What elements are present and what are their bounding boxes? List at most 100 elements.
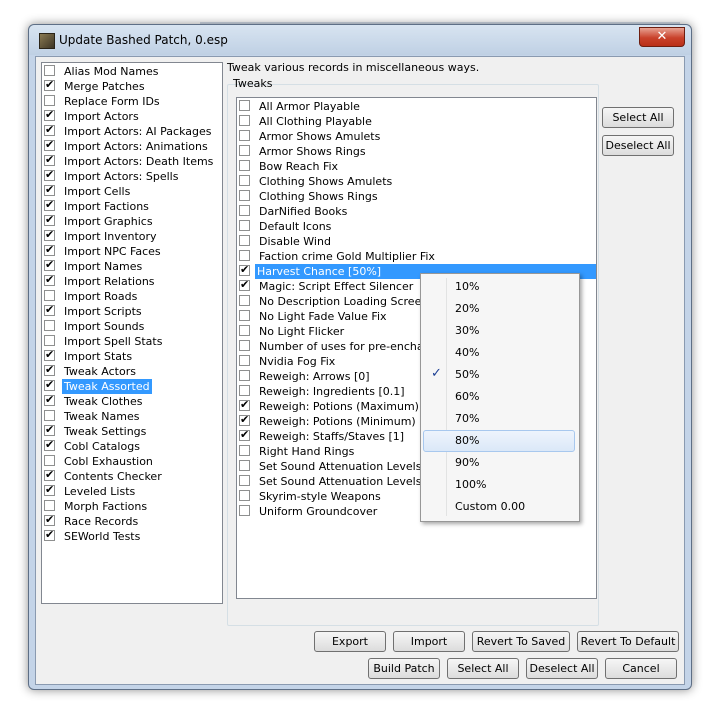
patcher-checkbox[interactable]: ✔ — [44, 258, 55, 271]
patcher-item[interactable]: ✔ Contents Checker — [42, 468, 222, 484]
deselect-all-tweaks-button[interactable]: Deselect All — [602, 135, 674, 156]
patcher-list[interactable]: Alias Mod Names ✔ Merge Patches Replace For… — [41, 62, 223, 604]
patcher-checkbox[interactable] — [44, 290, 55, 301]
tweak-item[interactable]: Bow Reach Fix — [237, 159, 596, 174]
patcher-item[interactable]: ✔ Import Names — [42, 258, 222, 274]
patcher-item[interactable]: ✔ Import Actors — [42, 108, 222, 124]
tweak-item[interactable]: DarNified Books — [237, 204, 596, 219]
revert-to-default-button[interactable]: Revert To Default — [577, 631, 679, 652]
patcher-item[interactable]: ✔ Import NPC Faces — [42, 243, 222, 259]
patcher-item[interactable]: ✔ Import Cells — [42, 183, 222, 199]
tweak-checkbox[interactable] — [239, 190, 250, 201]
menu-item-option[interactable]: 100% — [423, 474, 575, 496]
tweak-checkbox[interactable]: ✔ — [239, 413, 250, 426]
tweak-checkbox[interactable]: ✔ — [239, 278, 250, 291]
patcher-item[interactable]: ✔ Import Actors: Animations — [42, 138, 222, 154]
patcher-checkbox[interactable] — [44, 455, 55, 466]
patcher-item[interactable]: ✔ Import Relations — [42, 273, 222, 289]
patcher-checkbox[interactable]: ✔ — [44, 528, 55, 541]
patcher-checkbox[interactable]: ✔ — [44, 363, 55, 376]
deselect-all-button[interactable]: Deselect All — [526, 658, 598, 679]
tweak-checkbox[interactable] — [239, 475, 250, 486]
patcher-checkbox[interactable]: ✔ — [44, 483, 55, 496]
title-bar[interactable]: Update Bashed Patch, 0.esp ✕ — [29, 25, 691, 55]
patcher-checkbox[interactable]: ✔ — [44, 108, 55, 121]
patcher-item[interactable]: ✔ Merge Patches — [42, 78, 222, 94]
tweak-checkbox[interactable] — [239, 310, 250, 321]
select-all-button[interactable]: Select All — [447, 658, 519, 679]
patcher-item[interactable]: ✔ Leveled Lists — [42, 483, 222, 499]
tweak-checkbox[interactable] — [239, 340, 250, 351]
patcher-checkbox[interactable]: ✔ — [44, 438, 55, 451]
patcher-item[interactable]: ✔ Import Scripts — [42, 303, 222, 319]
menu-item-option[interactable]: 10% — [423, 276, 575, 298]
menu-item-option[interactable]: 30% — [423, 320, 575, 342]
patcher-item[interactable]: Morph Factions — [42, 499, 222, 514]
tweak-item[interactable]: Faction crime Gold Multiplier Fix — [237, 249, 596, 264]
patcher-checkbox[interactable]: ✔ — [44, 228, 55, 241]
menu-item-option[interactable]: 90% — [423, 452, 575, 474]
patcher-item[interactable]: Replace Form IDs — [42, 94, 222, 109]
tweak-item[interactable]: Armor Shows Amulets — [237, 129, 596, 144]
tweak-checkbox[interactable] — [239, 205, 250, 216]
patcher-item[interactable]: ✔ Import Inventory — [42, 228, 222, 244]
patcher-item[interactable]: ✔ Import Factions — [42, 198, 222, 214]
menu-item-option[interactable]: 20% — [423, 298, 575, 320]
patcher-checkbox[interactable]: ✔ — [44, 168, 55, 181]
tweak-checkbox[interactable] — [239, 490, 250, 501]
patcher-item[interactable]: ✔ SEWorld Tests — [42, 528, 222, 544]
tweak-item[interactable]: Armor Shows Rings — [237, 144, 596, 159]
tweak-checkbox[interactable] — [239, 295, 250, 306]
patcher-checkbox[interactable] — [44, 320, 55, 331]
revert-to-saved-button[interactable]: Revert To Saved — [472, 631, 570, 652]
select-all-tweaks-button[interactable]: Select All — [602, 107, 674, 128]
tweak-item[interactable]: Clothing Shows Amulets — [237, 174, 596, 189]
patcher-item[interactable]: ✔ Tweak Actors — [42, 363, 222, 379]
patcher-checkbox[interactable]: ✔ — [44, 468, 55, 481]
tweak-checkbox[interactable] — [239, 235, 250, 246]
patcher-checkbox[interactable]: ✔ — [44, 243, 55, 256]
patcher-item[interactable]: ✔ Import Actors: Spells — [42, 168, 222, 184]
tweak-item[interactable]: Disable Wind — [237, 234, 596, 249]
patcher-item[interactable]: ✔ Cobl Catalogs — [42, 438, 222, 454]
tweak-checkbox[interactable]: ✔ — [239, 398, 250, 411]
tweak-checkbox[interactable] — [239, 445, 250, 456]
tweak-checkbox[interactable] — [239, 505, 250, 516]
menu-item-option[interactable]: ✓ 50% — [423, 364, 575, 386]
tweak-item[interactable]: Clothing Shows Rings — [237, 189, 596, 204]
patcher-item[interactable]: ✔ Import Graphics — [42, 213, 222, 229]
patcher-item[interactable]: ✔ Tweak Clothes — [42, 393, 222, 409]
patcher-item[interactable]: Alias Mod Names — [42, 64, 222, 79]
patcher-item[interactable]: Cobl Exhaustion — [42, 454, 222, 469]
patcher-item[interactable]: ✔ Race Records — [42, 513, 222, 529]
tweak-checkbox[interactable] — [239, 220, 250, 231]
menu-item-option[interactable]: 80% — [423, 430, 575, 452]
import-button[interactable]: Import — [393, 631, 465, 652]
patcher-checkbox[interactable]: ✔ — [44, 273, 55, 286]
patcher-item[interactable]: ✔ Tweak Settings — [42, 423, 222, 439]
patcher-checkbox[interactable] — [44, 410, 55, 421]
cancel-button[interactable]: Cancel — [605, 658, 677, 679]
patcher-checkbox[interactable] — [44, 500, 55, 511]
patcher-checkbox[interactable]: ✔ — [44, 213, 55, 226]
patcher-item[interactable]: ✔ Import Actors: Death Items — [42, 153, 222, 169]
patcher-checkbox[interactable]: ✔ — [44, 78, 55, 91]
tweak-checkbox[interactable] — [239, 100, 250, 111]
patcher-checkbox[interactable]: ✔ — [44, 423, 55, 436]
menu-item-option[interactable]: 70% — [423, 408, 575, 430]
tweak-checkbox[interactable] — [239, 370, 250, 381]
tweak-checkbox[interactable] — [239, 355, 250, 366]
patcher-item[interactable]: Import Roads — [42, 289, 222, 304]
patcher-item[interactable]: ✔ Import Actors: AI Packages — [42, 123, 222, 139]
patcher-checkbox[interactable] — [44, 95, 55, 106]
tweak-checkbox[interactable] — [239, 130, 250, 141]
patcher-checkbox[interactable]: ✔ — [44, 153, 55, 166]
patcher-checkbox[interactable]: ✔ — [44, 198, 55, 211]
menu-item-option[interactable]: Custom 0.00 — [423, 496, 575, 518]
tweak-checkbox[interactable] — [239, 175, 250, 186]
tweak-item[interactable]: All Armor Playable — [237, 99, 596, 114]
tweak-item[interactable]: Default Icons — [237, 219, 596, 234]
close-button[interactable]: ✕ — [639, 27, 685, 47]
patcher-checkbox[interactable]: ✔ — [44, 348, 55, 361]
tweak-checkbox[interactable] — [239, 385, 250, 396]
